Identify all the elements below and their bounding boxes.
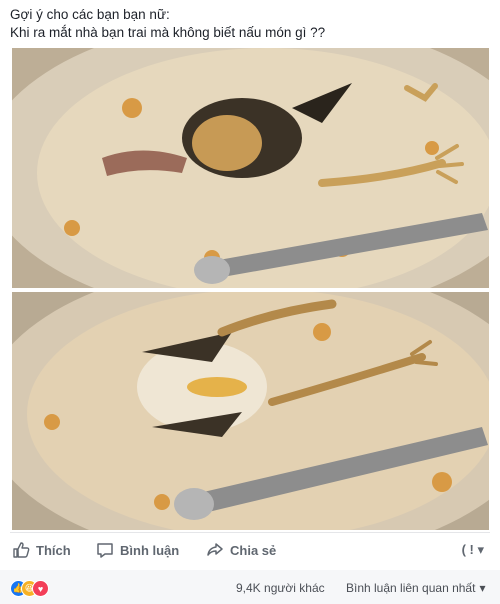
post-footer: 👍 😆 ♥ 9,4K người khác Bình luận liên qua… bbox=[0, 570, 500, 604]
comment-button[interactable]: Bình luận bbox=[96, 541, 179, 559]
post-text: Gợi ý cho các bạn bạn nữ: Khi ra mắt nhà… bbox=[10, 6, 490, 42]
reaction-menu-button[interactable]: ( ! ▾ bbox=[462, 542, 484, 558]
like-button[interactable]: Thích bbox=[12, 541, 71, 559]
chevron-down-icon: ▾ bbox=[479, 581, 486, 595]
congee-pot-image bbox=[12, 48, 489, 288]
thumbs-up-icon bbox=[13, 542, 30, 558]
comment-sort-dropdown[interactable]: Bình luận liên quan nhất ▾ bbox=[346, 581, 485, 595]
comment-label: Bình luận bbox=[120, 542, 180, 558]
reaction-summary[interactable]: 👍 😆 ♥ bbox=[10, 580, 58, 597]
share-icon bbox=[207, 543, 223, 556]
post-actions-bar: Thích Bình luận Chia sẻ ( ! ▾ bbox=[0, 534, 500, 566]
divider bbox=[10, 532, 490, 533]
photo-bottom[interactable] bbox=[12, 292, 489, 530]
share-label: Chia sẻ bbox=[230, 542, 277, 558]
menu-glyph: ( ! ▾ bbox=[461, 542, 484, 557]
congee-pot-image bbox=[12, 292, 489, 530]
like-label: Thích bbox=[36, 542, 71, 558]
reaction-count[interactable]: 9,4K người khác bbox=[236, 581, 325, 595]
photo-top[interactable] bbox=[12, 48, 489, 288]
post-line-1: Gợi ý cho các bạn bạn nữ: bbox=[10, 7, 170, 22]
share-button[interactable]: Chia sẻ bbox=[206, 541, 276, 559]
comment-sort-label: Bình luận liên quan nhất bbox=[346, 581, 476, 595]
post-line-2: Khi ra mắt nhà bạn trai mà không biết nấ… bbox=[10, 25, 326, 40]
love-reaction-icon: ♥ bbox=[32, 580, 49, 597]
comment-icon bbox=[97, 543, 113, 558]
